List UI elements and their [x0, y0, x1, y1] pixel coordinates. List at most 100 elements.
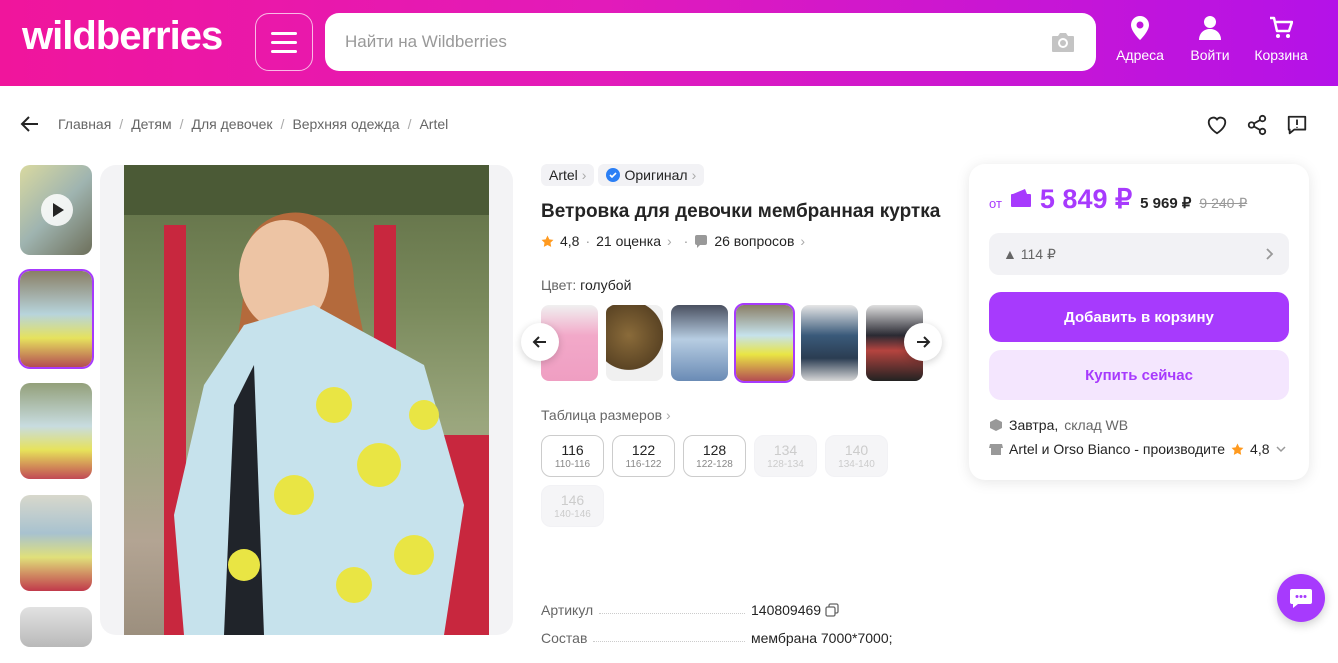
- breadcrumb-item[interactable]: Главная: [58, 116, 111, 132]
- thumbnail-image[interactable]: [20, 383, 92, 479]
- seller-rating: 4,8: [1250, 441, 1270, 457]
- logo[interactable]: wildberries: [22, 14, 223, 59]
- price-without-wallet: 5 969 ₽: [1140, 195, 1192, 212]
- price-from-label: от: [989, 196, 1002, 211]
- camera-icon[interactable]: [1050, 30, 1076, 54]
- spec-key: Состав: [541, 630, 588, 646]
- nav-label: Адреса: [1116, 47, 1164, 63]
- chat-icon: [1290, 589, 1312, 608]
- breadcrumb-item[interactable]: Artel: [419, 116, 448, 132]
- thumbnail-image[interactable]: [20, 495, 92, 591]
- color-swatch[interactable]: [606, 305, 663, 381]
- swatch-next-button[interactable]: [904, 323, 942, 361]
- size-table-link[interactable]: Таблица размеров ›: [541, 407, 951, 423]
- product-main-image[interactable]: [100, 165, 513, 635]
- thumbnail-image[interactable]: [20, 607, 92, 647]
- spec-key: Артикул: [541, 602, 594, 618]
- nav-label: Войти: [1190, 47, 1230, 63]
- price-current: 5 849 ₽: [1039, 184, 1133, 214]
- size-option[interactable]: 116 110-116: [541, 435, 604, 477]
- size-option-unavailable[interactable]: 134 128-134: [754, 435, 817, 477]
- size-option-unavailable[interactable]: 146 140-146: [541, 485, 604, 527]
- spec-row: Состав мембрана 7000*7000;: [541, 618, 951, 646]
- arrow-right-icon: [917, 336, 931, 348]
- shop-icon: [989, 444, 1003, 455]
- nav-cart[interactable]: Корзина: [1251, 16, 1311, 63]
- breadcrumb-item[interactable]: Для девочек: [192, 116, 273, 132]
- chat-button[interactable]: [1277, 574, 1325, 622]
- product-info: Artel › Оригинал › Ветровка для девочки ме…: [521, 164, 951, 527]
- product-title: Ветровка для девочки мембранная куртка: [541, 201, 941, 222]
- color-label: Цвет: голубой: [541, 277, 632, 293]
- breadcrumb: Главная / Детям / Для девочек / Верхняя оде…: [20, 114, 448, 134]
- arrow-left-icon: [532, 336, 546, 348]
- rating-value: 4,8: [560, 233, 580, 249]
- nav-label: Корзина: [1254, 47, 1308, 63]
- chevron-right-icon: [1266, 248, 1274, 260]
- heart-icon[interactable]: [1206, 114, 1228, 136]
- product-actions: [1206, 114, 1308, 136]
- add-to-cart-button[interactable]: Добавить в корзину: [989, 292, 1289, 342]
- delivery-date: Завтра,: [1009, 417, 1059, 433]
- user-icon: [1199, 16, 1221, 40]
- color-value: голубой: [580, 277, 632, 293]
- cart-icon: [1270, 16, 1294, 38]
- chevron-down-icon: [1275, 446, 1286, 453]
- product-photo: [124, 165, 489, 635]
- seller-name: Artel и Orso Bianco - производите: [1009, 441, 1226, 457]
- seller-info[interactable]: Artel и Orso Bianco - производите 4,8: [989, 441, 1299, 457]
- star-icon: [1231, 443, 1244, 455]
- breadcrumb-item[interactable]: Верхняя одежда: [292, 116, 399, 132]
- price-row: от 5 849 ₽ 5 969 ₽ 9 240 ₽: [989, 184, 1247, 215]
- report-icon[interactable]: [1286, 114, 1308, 136]
- breadcrumb-item[interactable]: Детям: [131, 116, 171, 132]
- swatch-prev-button[interactable]: [521, 323, 559, 361]
- spec-row: Артикул 140809469: [541, 590, 951, 618]
- price-change: ▲ 114 ₽: [1003, 245, 1056, 262]
- share-icon[interactable]: [1246, 114, 1268, 136]
- header: wildberries Адреса Войти Корзина: [0, 0, 1338, 86]
- color-swatch[interactable]: [801, 305, 858, 381]
- box-icon: [990, 419, 1002, 431]
- product-photo-illustration: [124, 165, 489, 635]
- delivery-info: Завтра, склад WB: [989, 417, 1128, 433]
- reviews-link[interactable]: 21 оценка: [596, 233, 661, 249]
- search-bar: [325, 13, 1096, 71]
- spec-value: мембрана 7000*7000;: [751, 630, 893, 646]
- size-option[interactable]: 122 116-122: [612, 435, 675, 477]
- size-option-unavailable[interactable]: 140 134-140: [825, 435, 888, 477]
- search-input[interactable]: [345, 13, 1025, 71]
- product-specs: Артикул 140809469 Состав мембрана 7000*7…: [541, 590, 951, 646]
- thumbnail-list: [18, 165, 94, 663]
- verified-icon: [606, 168, 621, 182]
- brand-badge[interactable]: Artel ›: [541, 164, 595, 186]
- price-history-button[interactable]: ▲ 114 ₽: [989, 233, 1289, 275]
- color-swatches: [521, 303, 951, 383]
- color-swatch-selected[interactable]: [734, 303, 795, 383]
- price-old: 9 240 ₽: [1199, 195, 1248, 211]
- nav-addresses[interactable]: Адреса: [1110, 16, 1170, 63]
- warehouse: склад WB: [1064, 417, 1129, 433]
- spec-value: 140809469: [751, 602, 822, 618]
- thumbnail-video[interactable]: [20, 165, 92, 255]
- copy-icon[interactable]: [825, 603, 839, 617]
- buy-now-button[interactable]: Купить сейчас: [989, 350, 1289, 400]
- play-icon: [41, 194, 73, 226]
- star-icon: [541, 235, 554, 247]
- buy-box: от 5 849 ₽ 5 969 ₽ 9 240 ₽ ▲ 114 ₽ Добав…: [969, 164, 1309, 480]
- original-badge[interactable]: Оригинал ›: [598, 164, 705, 186]
- brand-name: Artel: [549, 167, 578, 183]
- questions-icon: [695, 235, 708, 248]
- menu-button[interactable]: [255, 13, 313, 71]
- size-option[interactable]: 128 122-128: [683, 435, 746, 477]
- original-label: Оригинал: [624, 167, 688, 183]
- color-swatch[interactable]: [671, 305, 728, 381]
- location-icon: [1131, 16, 1149, 40]
- back-arrow-icon[interactable]: [20, 114, 40, 134]
- size-list: 116 110-116 122 116-122 128 122-128 134 128-…: [541, 435, 901, 527]
- nav-login[interactable]: Войти: [1180, 16, 1240, 63]
- questions-link[interactable]: 26 вопросов: [714, 233, 794, 249]
- rating-row: 4,8 · 21 оценка › · 26 вопросов ›: [541, 233, 951, 249]
- wallet-icon: [1010, 189, 1031, 207]
- thumbnail-image[interactable]: [18, 269, 94, 369]
